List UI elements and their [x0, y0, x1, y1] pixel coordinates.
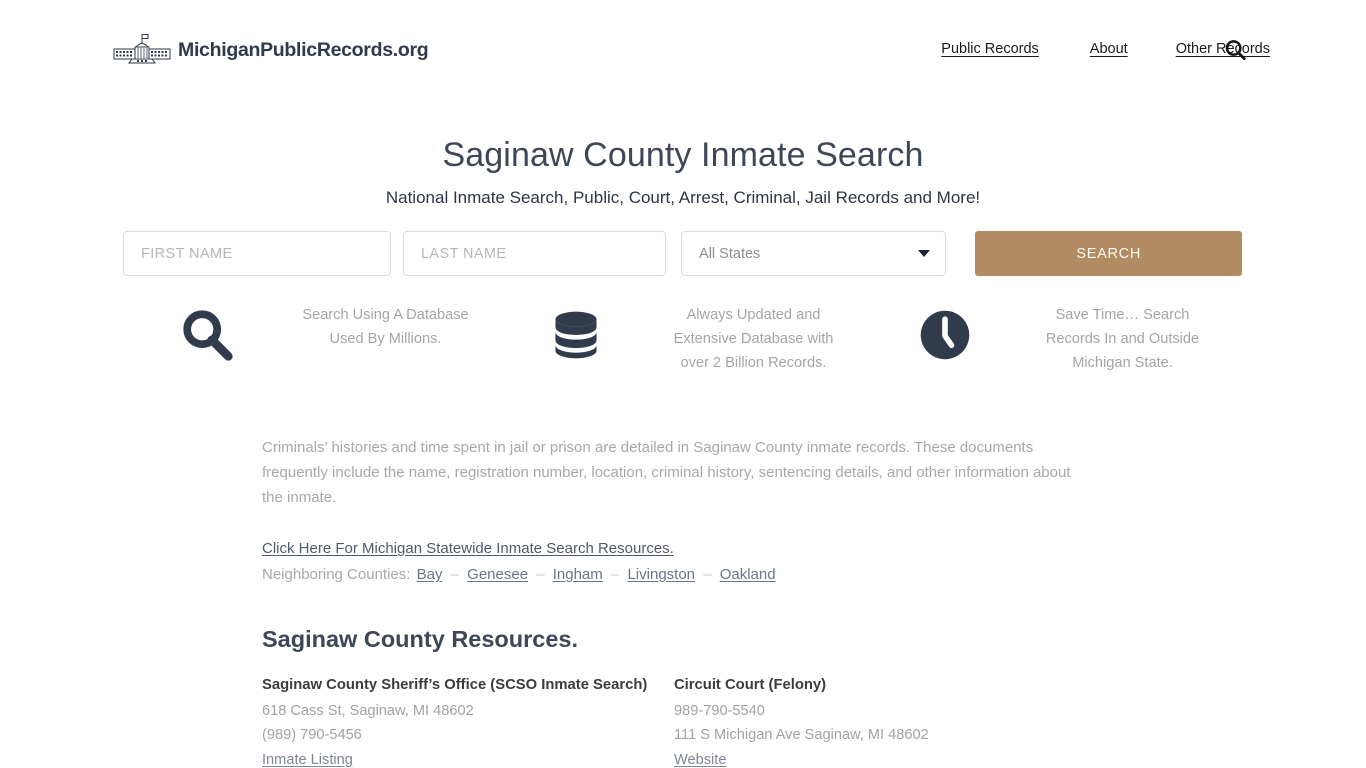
- site-logo-text: MichiganPublicRecords.org: [178, 38, 429, 61]
- feature-line: Michigan State.: [1072, 355, 1173, 371]
- county-link-oakland[interactable]: Oakland: [720, 566, 776, 583]
- resource-link-row: Website: [674, 748, 1086, 768]
- county-link-ingham[interactable]: Ingham: [553, 566, 603, 583]
- resource-address: 111 S Michigan Ave Saginaw, MI 48602: [674, 727, 929, 744]
- state-select[interactable]: All States: [681, 231, 947, 276]
- county-link-genesee[interactable]: Genesee: [467, 566, 528, 583]
- features-row: Search Using A Database Used By Millions…: [123, 303, 1243, 375]
- feature-line: over 2 Billion Records.: [680, 355, 827, 371]
- database-icon: [496, 303, 656, 363]
- page-subtitle: National Inmate Search, Public, Court, A…: [385, 188, 981, 207]
- feature-item: Save Time… Search Records In and Outside…: [869, 303, 1242, 375]
- feature-line: Search Using A Database: [302, 307, 469, 323]
- search-submit-button[interactable]: SEARCH: [975, 231, 1242, 276]
- inmate-search-form: All States SEARCH: [123, 231, 1242, 276]
- neighboring-counties-label: Neighboring Counties:: [262, 566, 411, 583]
- inmate-listing-link[interactable]: Inmate Listing: [262, 752, 353, 768]
- main-content: Criminals’ histories and time spent in j…: [262, 435, 1086, 768]
- nav-item-public-records[interactable]: Public Records: [941, 41, 1039, 57]
- resource-address: 618 Cass St, Saginaw, MI 48602: [262, 703, 474, 719]
- feature-line: Save Time… Search: [1055, 307, 1190, 323]
- resources-heading: Saginaw County Resources.: [262, 626, 579, 652]
- feature-item: Search Using A Database Used By Millions…: [123, 303, 496, 375]
- resources-columns: Saginaw County Sheriff’s Office (SCSO In…: [262, 677, 1086, 768]
- intro-paragraph: Criminals’ histories and time spent in j…: [262, 439, 1071, 506]
- search-icon: [1223, 40, 1248, 66]
- county-link-bay[interactable]: Bay: [417, 566, 443, 583]
- feature-text: Save Time… Search Records In and Outside…: [1021, 303, 1242, 375]
- resource-link-row: Inmate Listing: [262, 748, 674, 768]
- nav-item-about[interactable]: About: [1090, 41, 1128, 57]
- separator: –: [703, 566, 712, 583]
- resource-phone: (989) 790-5456: [262, 727, 362, 744]
- main-navigation: Public Records About Other Records: [941, 41, 1270, 57]
- resource-phone: 989-790-5540: [674, 703, 765, 719]
- feature-line: Always Updated and: [686, 307, 821, 323]
- neighboring-counties: Neighboring Counties: Bay – Genesee – In…: [262, 564, 1086, 586]
- page-title: Saginaw County Inmate Search: [442, 135, 924, 174]
- state-select-wrapper: All States: [681, 231, 947, 276]
- resource-name: Circuit Court (Felony): [674, 677, 827, 693]
- feature-line: Extensive Database with: [673, 331, 834, 347]
- county-link-livingston[interactable]: Livingston: [627, 566, 695, 583]
- feature-line: Used By Millions.: [329, 331, 442, 347]
- site-header: MichiganPublicRecords.org Public Records…: [0, 0, 1366, 100]
- website-link[interactable]: Website: [674, 752, 726, 768]
- resource-column-sheriff: Saginaw County Sheriff’s Office (SCSO In…: [262, 677, 674, 768]
- separator: –: [536, 566, 545, 583]
- feature-line: Records In and Outside: [1045, 331, 1200, 347]
- feature-text: Always Updated and Extensive Database wi…: [656, 303, 869, 375]
- statewide-resources-link[interactable]: Click Here For Michigan Statewide Inmate…: [262, 540, 674, 557]
- first-name-input[interactable]: [123, 231, 391, 276]
- resource-column-circuit-court: Circuit Court (Felony) 989-790-5540 111 …: [674, 677, 1086, 768]
- page-root: MichiganPublicRecords.org Public Records…: [0, 0, 1366, 768]
- separator: –: [610, 566, 620, 583]
- capitol-building-icon: [110, 33, 174, 67]
- header-search-button[interactable]: [1222, 38, 1248, 64]
- last-name-input[interactable]: [402, 231, 667, 276]
- resource-name: Saginaw County Sheriff’s Office (SCSO In…: [262, 677, 648, 693]
- clock-icon: [869, 303, 1021, 363]
- site-logo[interactable]: MichiganPublicRecords.org: [110, 33, 429, 67]
- magnifier-icon: [123, 303, 293, 365]
- separator: –: [450, 566, 459, 583]
- feature-item: Always Updated and Extensive Database wi…: [496, 303, 869, 375]
- feature-text: Search Using A Database Used By Millions…: [293, 303, 496, 351]
